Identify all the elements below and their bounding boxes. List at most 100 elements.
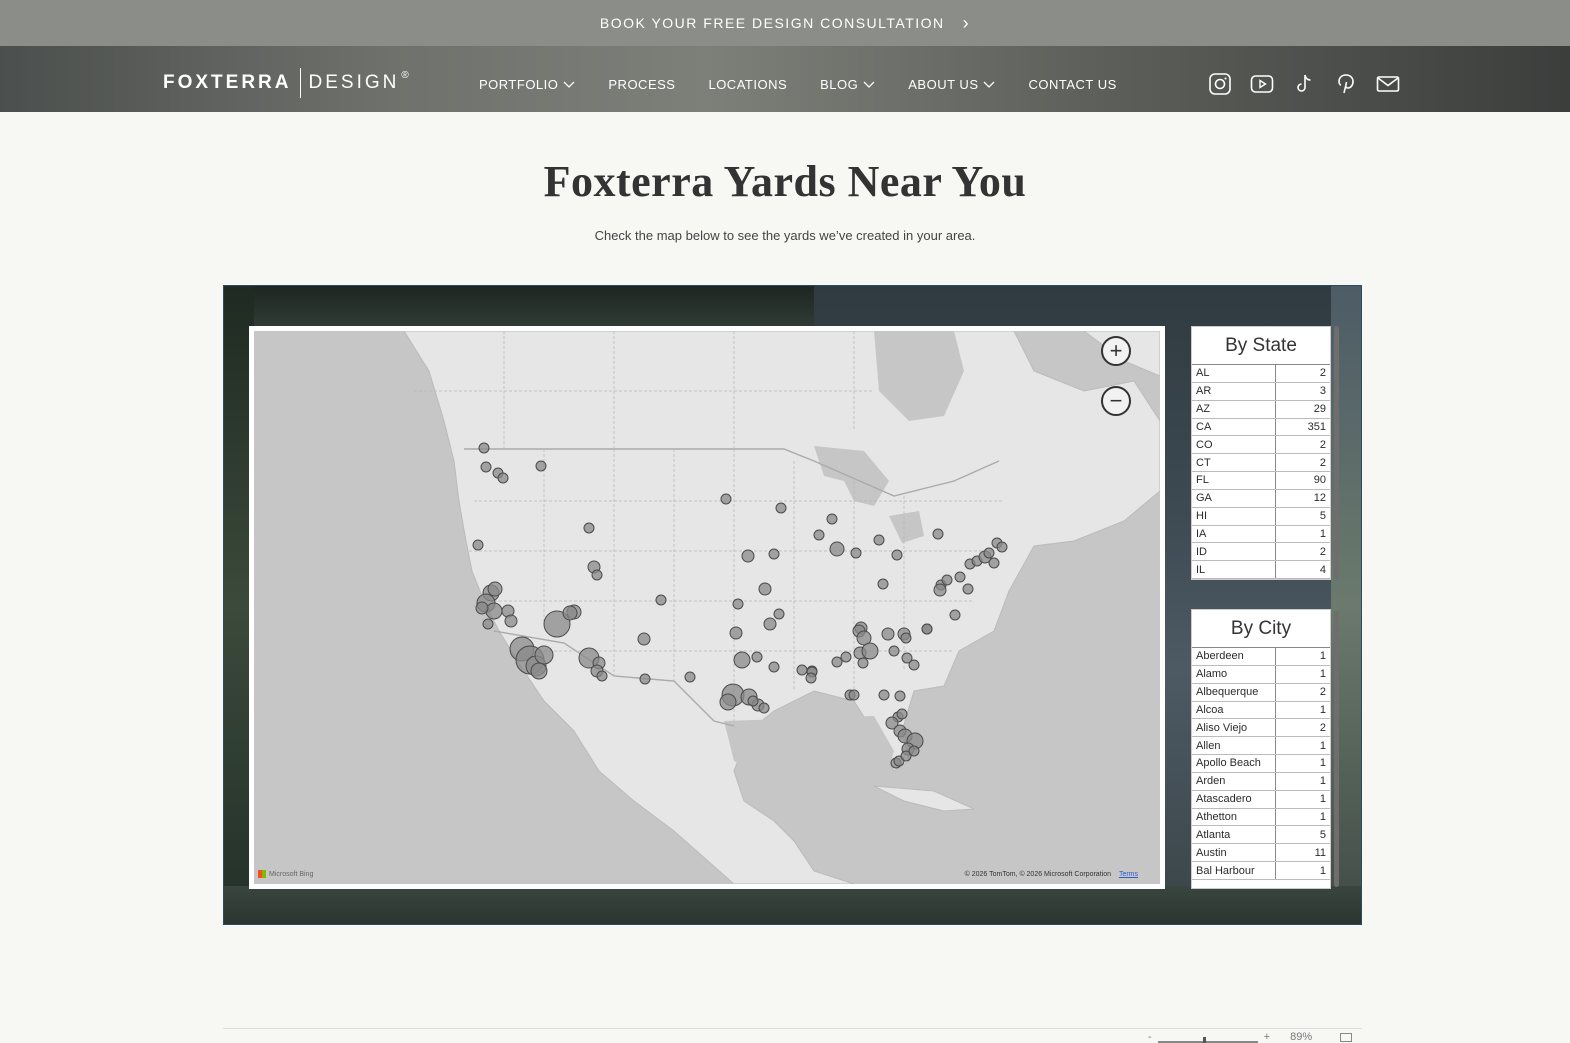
yard-marker[interactable] <box>840 651 852 663</box>
yard-marker[interactable] <box>497 472 509 484</box>
yard-marker[interactable] <box>487 581 503 597</box>
yard-marker[interactable] <box>596 670 608 682</box>
yard-marker[interactable] <box>831 656 843 668</box>
yard-marker[interactable] <box>684 671 696 683</box>
yard-marker[interactable] <box>933 583 947 597</box>
yard-marker[interactable] <box>896 708 908 720</box>
yard-marker[interactable] <box>639 673 651 685</box>
promo-banner[interactable]: BOOK YOUR FREE DESIGN CONSULTATION › <box>0 0 1570 46</box>
yard-marker[interactable] <box>775 502 787 514</box>
city-row[interactable]: Atlanta 5 <box>1192 826 1330 845</box>
tiktok-icon[interactable] <box>1292 72 1316 96</box>
yard-marker[interactable] <box>932 528 944 540</box>
yard-marker[interactable] <box>478 442 490 454</box>
zoom-out-button[interactable]: − <box>1101 386 1131 416</box>
yard-marker[interactable] <box>805 672 817 684</box>
state-row[interactable]: HI 5 <box>1192 507 1330 526</box>
yard-marker[interactable] <box>983 547 995 559</box>
nav-item-blog[interactable]: BLOG <box>820 77 875 92</box>
yard-marker[interactable] <box>480 461 492 473</box>
state-row[interactable]: GA 12 <box>1192 489 1330 508</box>
city-row[interactable]: Atascadero 1 <box>1192 790 1330 809</box>
yard-marker[interactable] <box>954 571 966 583</box>
yard-marker[interactable] <box>637 632 651 646</box>
city-row[interactable]: Arden 1 <box>1192 772 1330 791</box>
nav-item-portfolio[interactable]: PORTFOLIO <box>479 77 575 92</box>
nav-item-process[interactable]: PROCESS <box>608 77 675 92</box>
zoom-minus-button[interactable]: - <box>1148 1031 1152 1043</box>
state-row[interactable]: AR 3 <box>1192 382 1330 401</box>
yard-marker[interactable] <box>962 583 974 595</box>
yard-marker[interactable] <box>732 598 744 610</box>
yard-marker[interactable] <box>583 522 595 534</box>
yard-marker[interactable] <box>768 661 780 673</box>
map-canvas[interactable]: + − Microsoft Bing © 2026 TomTom, © 2026… <box>254 331 1160 884</box>
city-row[interactable]: Alamo 1 <box>1192 665 1330 684</box>
yard-marker[interactable] <box>908 745 920 757</box>
yard-marker[interactable] <box>591 569 603 581</box>
city-row[interactable]: Apollo Beach 1 <box>1192 755 1330 773</box>
yard-marker[interactable] <box>758 702 770 714</box>
nav-item-about-us[interactable]: ABOUT US <box>908 77 995 92</box>
zoom-plus-button[interactable]: + <box>1264 1031 1270 1043</box>
state-row[interactable]: FL 90 <box>1192 472 1330 490</box>
yard-marker[interactable] <box>562 605 578 621</box>
city-row[interactable]: Aberdeen 1 <box>1192 648 1330 666</box>
yard-marker[interactable] <box>908 659 920 671</box>
yard-marker[interactable] <box>763 617 777 631</box>
logo[interactable]: FOXTERRA DESIGN ® <box>163 68 412 98</box>
nav-item-contact-us[interactable]: CONTACT US <box>1028 77 1116 92</box>
yard-marker[interactable] <box>877 578 889 590</box>
yard-marker[interactable] <box>813 529 825 541</box>
yard-marker[interactable] <box>741 549 755 563</box>
city-row[interactable]: Albequerque 2 <box>1192 683 1330 702</box>
yard-marker[interactable] <box>504 614 518 628</box>
yard-marker[interactable] <box>826 513 838 525</box>
zoom-in-button[interactable]: + <box>1101 336 1131 366</box>
state-row[interactable]: ID 2 <box>1192 543 1330 562</box>
city-row[interactable]: Austin 11 <box>1192 844 1330 863</box>
yard-marker[interactable] <box>857 657 869 669</box>
yard-marker[interactable] <box>941 574 953 586</box>
yard-marker[interactable] <box>720 493 732 505</box>
yard-marker[interactable] <box>891 549 903 561</box>
state-row[interactable]: AL 2 <box>1192 365 1330 383</box>
state-row[interactable]: CA 351 <box>1192 418 1330 437</box>
yard-marker[interactable] <box>535 460 547 472</box>
yard-marker[interactable] <box>900 632 912 644</box>
yard-marker[interactable] <box>850 547 862 559</box>
yard-marker[interactable] <box>796 664 808 676</box>
yard-marker[interactable] <box>988 557 1000 569</box>
yard-marker[interactable] <box>758 582 772 596</box>
yard-marker[interactable] <box>530 662 548 680</box>
pinterest-icon[interactable] <box>1334 72 1358 96</box>
yard-marker[interactable] <box>534 645 554 665</box>
yard-marker[interactable] <box>881 627 895 641</box>
state-row[interactable]: CO 2 <box>1192 436 1330 455</box>
yard-marker[interactable] <box>873 534 885 546</box>
yard-marker[interactable] <box>655 594 667 606</box>
mail-icon[interactable] <box>1376 72 1400 96</box>
yard-marker[interactable] <box>475 601 489 615</box>
youtube-icon[interactable] <box>1250 72 1274 96</box>
nav-item-locations[interactable]: LOCATIONS <box>708 77 787 92</box>
yard-marker[interactable] <box>485 602 503 620</box>
yard-marker[interactable] <box>921 623 933 635</box>
yard-marker[interactable] <box>768 548 780 560</box>
yard-marker[interactable] <box>949 609 961 621</box>
yard-marker[interactable] <box>996 541 1008 553</box>
yard-marker[interactable] <box>829 541 845 557</box>
state-row[interactable]: CT 2 <box>1192 454 1330 473</box>
city-row[interactable]: Alcoa 1 <box>1192 701 1330 720</box>
city-row[interactable]: Allen 1 <box>1192 737 1330 756</box>
yard-marker[interactable] <box>888 645 900 657</box>
yard-marker[interactable] <box>719 693 737 711</box>
state-row[interactable]: IA 1 <box>1192 525 1330 544</box>
yard-marker[interactable] <box>747 695 759 707</box>
city-row[interactable]: Aliso Viejo 2 <box>1192 719 1330 738</box>
city-row[interactable]: Athetton 1 <box>1192 808 1330 827</box>
yard-marker[interactable] <box>878 689 890 701</box>
yard-marker[interactable] <box>482 618 494 630</box>
yard-marker[interactable] <box>861 642 879 660</box>
yard-marker[interactable] <box>773 608 785 620</box>
